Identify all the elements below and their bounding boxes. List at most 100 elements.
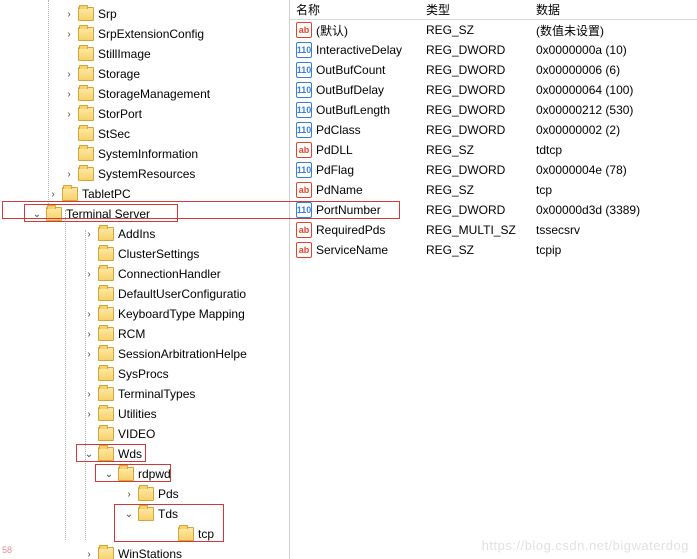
chevron-right-icon[interactable]: › [82,327,96,341]
chevron-right-icon[interactable]: › [82,387,96,401]
folder-icon [98,347,114,361]
folder-icon [78,87,94,101]
value-name: PdFlag [316,163,354,177]
chevron-right-icon[interactable]: › [122,487,136,501]
tree-item-storport[interactable]: ›StorPort [4,104,289,124]
tree-item-srpextensionconfig[interactable]: ›SrpExtensionConfig [4,24,289,44]
tree-item-video[interactable]: VIDEO [4,424,289,444]
chevron-right-icon[interactable]: › [62,87,76,101]
chevron-down-icon[interactable]: ⌄ [30,207,44,221]
value-row[interactable]: 110PdClassREG_DWORD0x00000002 (2) [290,120,697,140]
value-row[interactable]: 110OutBufDelayREG_DWORD0x00000064 (100) [290,80,697,100]
tree-item-label: Utilities [118,407,161,421]
tree-item-systemresources[interactable]: › SystemResources [4,164,289,184]
value-row[interactable]: ab(默认)REG_SZ(数值未设置) [290,20,697,40]
tree-item-label: SessionArbitrationHelpe [118,347,251,361]
value-row[interactable]: 110InteractiveDelayREG_DWORD0x0000000a (… [290,40,697,60]
value-row[interactable]: 110OutBufLengthREG_DWORD0x00000212 (530) [290,100,697,120]
reg-dword-icon: 110 [296,42,312,58]
tree-item-sysprocs[interactable]: SysProcs [4,364,289,384]
tree-item-stsec[interactable]: StSec [4,124,289,144]
tree-item-label: rdpwd [138,467,175,481]
reg-sz-icon: ab [296,182,312,198]
tree-item-pds[interactable]: ›Pds [4,484,289,504]
folder-icon [98,227,114,241]
folder-icon [78,67,94,81]
folder-icon [178,527,194,541]
value-row[interactable]: 110PortNumberREG_DWORD0x00000d3d (3389) [290,200,697,220]
chevron-right-icon[interactable]: › [62,67,76,81]
value-row[interactable]: abPdDLLREG_SZtdtcp [290,140,697,160]
value-type: REG_DWORD [426,43,536,57]
reg-dword-icon: 110 [296,202,312,218]
reg-sz-icon: ab [296,142,312,158]
grid-header[interactable]: 名称 类型 数据 [290,0,697,20]
tree-item-sessionarbitrationhelpe[interactable]: › SessionArbitrationHelpe [4,344,289,364]
value-row[interactable]: abPdNameREG_SZtcp [290,180,697,200]
chevron-right-icon[interactable]: › [82,547,96,559]
tree-item-wds[interactable]: ⌄Wds [4,444,289,464]
tree-item-tabletpc[interactable]: ›TabletPC [4,184,289,204]
chevron-down-icon[interactable]: ⌄ [102,467,116,481]
value-row[interactable]: abServiceNameREG_SZtcpip [290,240,697,260]
chevron-right-icon[interactable]: › [82,347,96,361]
value-name: PdName [316,183,363,197]
tree-item-systeminformation[interactable]: SystemInformation [4,144,289,164]
folder-icon [98,307,114,321]
folder-icon [78,27,94,41]
tree-item-label: SystemResources [98,167,199,181]
chevron-right-icon[interactable]: › [82,407,96,421]
tree-item-label: StSec [98,127,134,141]
tree-item-addins[interactable]: ›AddIns [4,224,289,244]
value-data: 0x0000000a (10) [536,43,691,57]
value-type: REG_DWORD [426,103,536,117]
tree-item-stillimage[interactable]: StillImage [4,44,289,64]
reg-dword-icon: 110 [296,62,312,78]
tree-item-utilities[interactable]: › Utilities [4,404,289,424]
registry-tree[interactable]: ›Srp›SrpExtensionConfigStillImage›Storag… [4,4,289,559]
tree-item-winstations[interactable]: ›WinStations [4,544,289,559]
tree-item-keyboardtype-mapping[interactable]: ›KeyboardType Mapping [4,304,289,324]
tree-item-defaultuserconfiguratio[interactable]: DefaultUserConfiguratio [4,284,289,304]
chevron-right-icon[interactable]: › [62,107,76,121]
folder-icon [138,507,154,521]
header-data[interactable]: 数据 [536,1,691,18]
tree-item-terminal-server[interactable]: ⌄Terminal Server [4,204,289,224]
chevron-right-icon[interactable]: › [62,27,76,41]
tree-item-clustersettings[interactable]: ClusterSettings [4,244,289,264]
value-data: (数值未设置) [536,22,691,39]
value-row[interactable]: 110PdFlagREG_DWORD0x0000004e (78) [290,160,697,180]
tree-item-tds[interactable]: ⌄Tds [4,504,289,524]
tree-item-connectionhandler[interactable]: ›ConnectionHandler [4,264,289,284]
chevron-right-icon[interactable]: › [82,307,96,321]
tree-item-tcp[interactable]: tcp [4,524,289,544]
tree-item-label: tcp [198,527,218,541]
tree-item-storage[interactable]: ›Storage [4,64,289,84]
chevron-right-icon[interactable]: › [82,227,96,241]
tree-item-rdpwd[interactable]: ⌄ rdpwd [4,464,289,484]
folder-icon [62,187,78,201]
chevron-down-icon[interactable]: ⌄ [122,507,136,521]
tree-item-storagemanagement[interactable]: ›StorageManagement [4,84,289,104]
tree-item-srp[interactable]: ›Srp [4,4,289,24]
chevron-right-icon[interactable]: › [62,167,76,181]
folder-icon [98,287,114,301]
value-data: 0x00000d3d (3389) [536,203,691,217]
header-type[interactable]: 类型 [426,1,536,18]
chevron-right-icon[interactable]: › [62,7,76,21]
folder-icon [138,487,154,501]
value-data: 0x00000212 (530) [536,103,691,117]
tree-item-label: TerminalTypes [118,387,199,401]
tree-item-terminaltypes[interactable]: › TerminalTypes [4,384,289,404]
chevron-right-icon[interactable]: › [46,187,60,201]
folder-icon [98,267,114,281]
tree-item-rcm[interactable]: ›RCM [4,324,289,344]
value-row[interactable]: abRequiredPdsREG_MULTI_SZtssecsrv [290,220,697,240]
value-row[interactable]: 110OutBufCountREG_DWORD0x00000006 (6) [290,60,697,80]
header-name[interactable]: 名称 [296,1,426,18]
chevron-right-icon[interactable]: › [82,267,96,281]
value-type: REG_DWORD [426,63,536,77]
value-name: RequiredPds [316,223,385,237]
value-type: REG_DWORD [426,83,536,97]
chevron-down-icon[interactable]: ⌄ [82,447,96,461]
